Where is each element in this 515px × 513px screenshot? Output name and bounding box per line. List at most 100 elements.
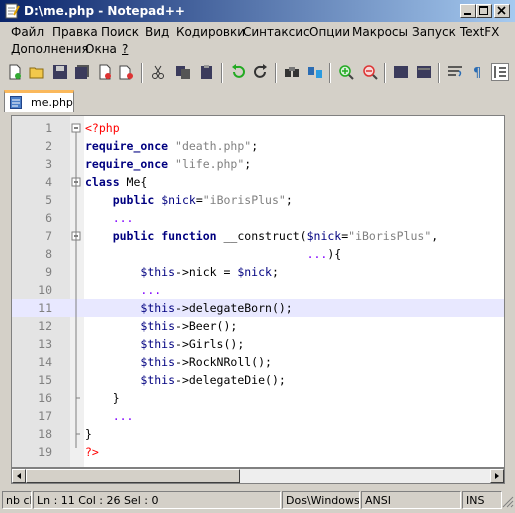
title-bar[interactable]: D:\me.php - Notepad++ xyxy=(0,0,515,22)
menu-view[interactable]: Вид xyxy=(145,25,169,39)
code-line[interactable]: 12 $this->Beer(); xyxy=(12,317,504,335)
line-number: 2 xyxy=(45,139,52,153)
replace-icon[interactable] xyxy=(307,64,323,80)
show-all-chars-icon[interactable]: ¶ xyxy=(470,64,486,80)
resize-grip-icon[interactable] xyxy=(502,496,514,508)
status-encoding: ANSI xyxy=(361,491,461,509)
code-line[interactable]: 8 ...){ xyxy=(12,245,504,263)
code-line[interactable]: 14 $this->RockNRoll(); xyxy=(12,353,504,371)
toolbar-separator xyxy=(438,63,440,83)
tab-bar: me.php xyxy=(0,88,515,112)
sync-v-icon[interactable] xyxy=(393,64,409,80)
menu-bar: Файл Правка Поиск Вид Кодировки Синтакси… xyxy=(0,22,515,58)
menu-help[interactable]: ? xyxy=(122,42,128,56)
line-number: 10 xyxy=(38,283,52,297)
scroll-right-button[interactable] xyxy=(490,469,504,483)
menu-macros[interactable]: Макросы xyxy=(352,25,408,39)
code-text: public function __construct($nick="iBori… xyxy=(112,229,439,243)
maximize-button[interactable] xyxy=(476,4,492,18)
paste-icon[interactable] xyxy=(199,64,215,80)
code-line[interactable]: 6 ... xyxy=(12,209,504,227)
menu-windows[interactable]: Окна xyxy=(85,42,117,56)
code-line[interactable]: 18} xyxy=(12,425,504,443)
line-number: 18 xyxy=(38,427,52,441)
code-line[interactable]: 5 public $nick="iBorisPlus"; xyxy=(12,191,504,209)
code-line[interactable]: 11 $this->delegateBorn(); xyxy=(12,299,504,317)
code-line[interactable]: 3 require_once "life.php"; xyxy=(12,155,504,173)
code-line[interactable]: 19 ?> xyxy=(12,443,504,461)
horizontal-scrollbar[interactable] xyxy=(11,468,505,484)
code-text: public $nick="iBorisPlus"; xyxy=(112,193,293,207)
code-text: $this->Girls(); xyxy=(140,337,245,351)
toolbar-separator xyxy=(221,63,223,83)
line-number: 19 xyxy=(38,445,52,459)
line-number: 13 xyxy=(38,337,52,351)
code-text: $this->delegateDie(); xyxy=(140,373,286,387)
arrow-left-icon xyxy=(17,473,21,479)
menu-encoding[interactable]: Кодировки xyxy=(176,25,245,39)
code-text: $this->Beer(); xyxy=(140,319,238,333)
minimize-button[interactable] xyxy=(460,4,476,18)
code-text: require_once "life.php"; xyxy=(85,157,252,171)
new-file-icon[interactable] xyxy=(7,64,23,80)
notepad-icon xyxy=(5,3,20,19)
code-editor[interactable]: 1 <?php 2 require_once "death.php"; 3 require… xyxy=(11,115,505,468)
toolbar-separator xyxy=(384,63,386,83)
find-icon[interactable] xyxy=(284,64,300,80)
code-text: ...){ xyxy=(306,247,342,261)
code-line[interactable]: 1 <?php xyxy=(12,119,504,137)
minimize-icon xyxy=(464,13,471,15)
close-icon[interactable] xyxy=(97,64,113,80)
code-text: } xyxy=(85,427,92,441)
line-number: 5 xyxy=(45,193,52,207)
code-line[interactable]: 2 require_once "death.php"; xyxy=(12,137,504,155)
line-number: 17 xyxy=(38,409,52,423)
menu-plugins[interactable]: Дополнения xyxy=(11,42,89,56)
line-number: 15 xyxy=(38,373,52,387)
code-text: ... xyxy=(140,283,162,297)
redo-icon[interactable] xyxy=(253,64,269,80)
scroll-left-button[interactable] xyxy=(12,469,26,483)
code-line[interactable]: 9 $this->nick = $nick; xyxy=(12,263,504,281)
code-text: ... xyxy=(112,409,134,423)
code-line[interactable]: 10 ... xyxy=(12,281,504,299)
line-number: 3 xyxy=(45,157,52,171)
code-line[interactable]: 15 $this->delegateDie(); xyxy=(12,371,504,389)
line-number: 7 xyxy=(45,229,52,243)
status-eol-format: Dos\Windows xyxy=(282,491,360,509)
code-line[interactable]: 4 class Me{ xyxy=(12,173,504,191)
menu-file[interactable]: Файл xyxy=(11,25,44,39)
zoom-in-icon[interactable] xyxy=(338,64,354,80)
code-line[interactable]: 17 ... xyxy=(12,407,504,425)
code-line[interactable]: 7 public function __construct($nick="iBo… xyxy=(12,227,504,245)
line-number: 4 xyxy=(45,175,52,189)
scroll-thumb[interactable] xyxy=(26,469,240,483)
code-line[interactable]: 16 } xyxy=(12,389,504,407)
window-title: D:\me.php - Notepad++ xyxy=(24,4,185,18)
word-wrap-icon[interactable] xyxy=(447,64,463,80)
save-icon[interactable] xyxy=(52,64,68,80)
save-all-icon[interactable] xyxy=(74,64,90,80)
line-number: 9 xyxy=(45,265,52,279)
menu-run[interactable]: Запуск xyxy=(412,25,456,39)
undo-icon[interactable] xyxy=(230,64,246,80)
cut-icon[interactable] xyxy=(150,64,166,80)
menu-syntax[interactable]: Синтаксис xyxy=(243,25,310,39)
tab-me-php[interactable]: me.php xyxy=(4,90,74,112)
zoom-out-icon[interactable] xyxy=(362,64,378,80)
code-text: $this->nick = $nick; xyxy=(140,265,279,279)
close-all-icon[interactable] xyxy=(119,64,135,80)
menu-edit[interactable]: Правка xyxy=(52,25,98,39)
code-text: } xyxy=(85,391,120,405)
menu-textfx[interactable]: TextFX xyxy=(460,25,499,39)
open-folder-icon[interactable] xyxy=(29,64,45,80)
indent-guide-icon[interactable] xyxy=(491,63,509,81)
close-window-button[interactable] xyxy=(494,4,510,18)
menu-search[interactable]: Поиск xyxy=(101,25,139,39)
menu-options[interactable]: Опции xyxy=(309,25,350,39)
close-icon xyxy=(497,6,506,15)
code-text: require_once "death.php"; xyxy=(85,139,259,153)
code-line[interactable]: 13 $this->Girls(); xyxy=(12,335,504,353)
sync-h-icon[interactable] xyxy=(416,64,432,80)
copy-icon[interactable] xyxy=(175,64,191,80)
